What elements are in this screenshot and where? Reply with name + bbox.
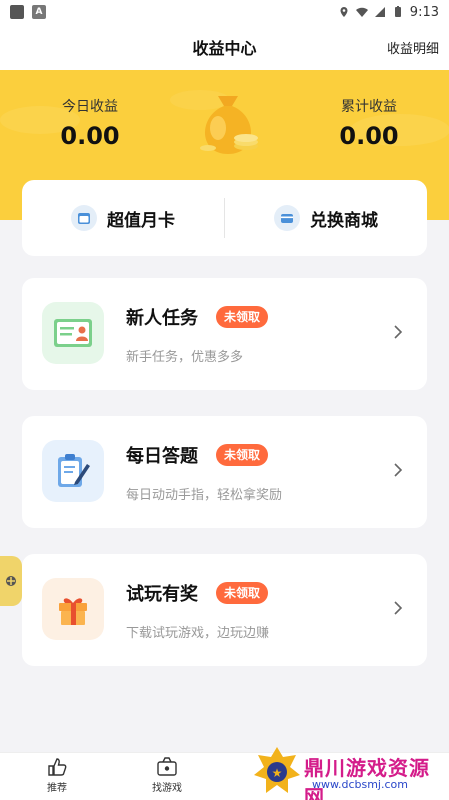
navbar: 收益中心 收益明细 [0,24,449,70]
status-bar: A 9:13 [0,0,449,24]
chevron-right-icon [394,601,403,615]
task-card-newbie[interactable]: 新人任务 未领取 新手任务，优惠多多 [22,278,427,390]
watermark-text: 鼎川游戏资源网 [304,756,430,800]
calendar-icon [71,205,97,231]
total-earnings-label: 累计收益 [341,99,397,115]
exchange-store-label: 兑换商城 [310,210,378,231]
monthly-card-button[interactable]: 超值月卡 [22,205,224,231]
watermark-logo-icon: ★ [254,747,300,793]
floating-ball-icon [6,576,16,586]
task-title: 新人任务 [126,308,198,329]
tab-label: 找游戏 [152,783,182,794]
thumb-up-icon [48,758,67,776]
id-card-icon [42,302,104,364]
signal-icon [374,7,385,17]
watermark-url: www.dcbsmj.com [312,778,408,791]
quick-actions-card: 超值月卡 兑换商城 [22,180,427,256]
task-title: 试玩有奖 [126,584,198,605]
task-subtitle: 下载试玩游戏，边玩边赚 [126,626,270,641]
status-badge: 未领取 [216,444,269,466]
a-notification-icon: A [32,5,46,19]
task-card-daily-quiz[interactable]: 每日答题 未领取 每日动动手指，轻松拿奖励 [22,416,427,528]
task-subtitle: 每日动动手指，轻松拿奖励 [126,488,283,503]
monthly-card-label: 超值月卡 [107,210,175,231]
clipboard-pen-icon [42,440,104,502]
status-badge: 未领取 [216,306,269,328]
tab-label: 推荐 [47,783,67,794]
svg-text:★: ★ [272,766,283,780]
gift-icon [42,578,104,640]
tab-recommend[interactable]: 推荐 [27,757,87,794]
battery-icon [394,6,401,17]
task-title: 每日答题 [126,446,198,467]
store-card-icon [274,205,300,231]
game-box-icon [157,757,177,776]
floating-side-button[interactable] [0,556,22,606]
status-time: 9:13 [409,4,439,20]
tab-find-games[interactable]: 找游戏 [137,757,197,794]
task-card-trial-reward[interactable]: 试玩有奖 未领取 下载试玩游戏，边玩边赚 [22,554,427,666]
total-earnings: 累计收益 0.00 [329,96,409,150]
exchange-store-button[interactable]: 兑换商城 [225,205,427,231]
status-badge: 未领取 [216,582,269,604]
earnings-detail-link[interactable]: 收益明细 [387,38,439,57]
app-notification-icon [10,5,24,19]
today-earnings: 今日收益 0.00 [50,96,130,150]
location-icon [340,7,348,17]
wifi-icon [355,7,368,17]
page-title: 收益中心 [192,39,257,58]
watermark: ★ 鼎川游戏资源网 www.dcbsmj.com [250,744,449,800]
today-earnings-value: 0.00 [60,122,120,150]
money-bag-icon [200,96,258,154]
total-earnings-value: 0.00 [339,122,399,150]
chevron-right-icon [394,325,403,339]
chevron-right-icon [394,463,403,477]
today-earnings-label: 今日收益 [62,99,118,115]
task-subtitle: 新手任务，优惠多多 [126,350,244,365]
